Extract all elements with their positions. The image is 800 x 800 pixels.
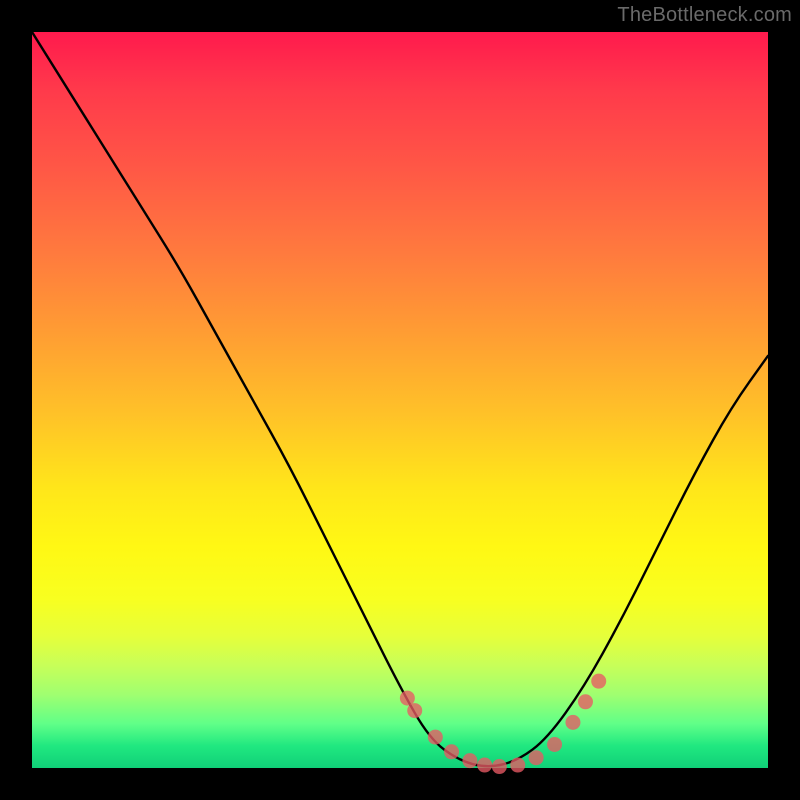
optimal-dot	[578, 694, 593, 709]
watermark-text: TheBottleneck.com	[617, 4, 792, 27]
optimal-dot	[492, 759, 507, 774]
bottleneck-curve	[32, 32, 768, 766]
bottleneck-curve-svg	[32, 32, 768, 768]
optimal-dot	[462, 753, 477, 768]
optimal-dot	[444, 744, 459, 759]
optimal-dot	[477, 758, 492, 773]
optimal-range-dots	[400, 674, 606, 774]
optimal-dot	[428, 730, 443, 745]
chart-frame: TheBottleneck.com	[0, 0, 800, 800]
optimal-dot	[591, 674, 606, 689]
optimal-dot	[529, 750, 544, 765]
optimal-dot	[400, 691, 415, 706]
optimal-dot	[510, 758, 525, 773]
optimal-dot	[407, 703, 422, 718]
plot-area	[32, 32, 768, 768]
optimal-dot	[565, 715, 580, 730]
optimal-dot	[547, 737, 562, 752]
